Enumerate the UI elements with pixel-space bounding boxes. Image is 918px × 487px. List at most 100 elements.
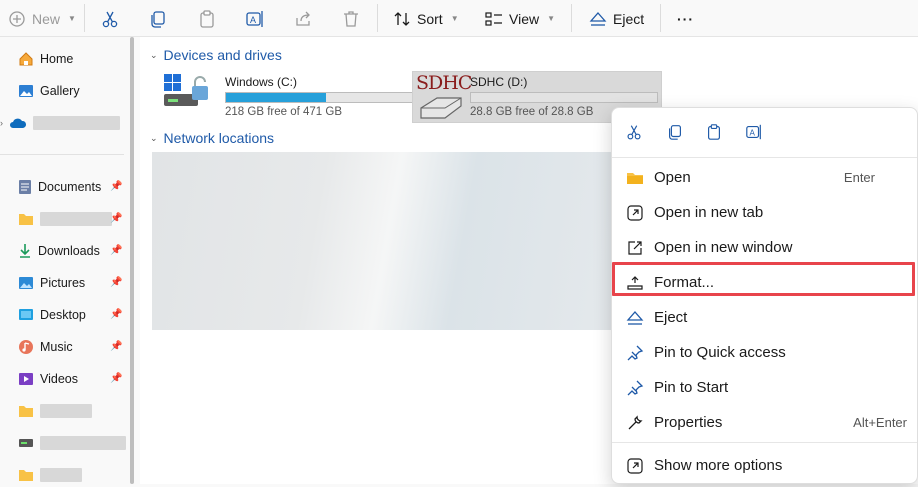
paste-button[interactable] [197, 0, 217, 37]
sidebar-item-pictures[interactable]: Pictures [18, 271, 85, 295]
toolbar-divider [84, 4, 85, 32]
toolbar-divider [377, 4, 378, 32]
sidebar-divider [0, 154, 124, 155]
wrench-icon [625, 413, 645, 433]
chevron-down-icon: ▼ [450, 14, 459, 23]
sidebar-item-gallery[interactable]: Gallery [18, 79, 80, 103]
sidebar-item-documents[interactable]: Documents [18, 175, 101, 199]
menu-item-open[interactable]: Open Enter [612, 160, 917, 195]
scissors-icon [627, 125, 641, 140]
redacted-label [40, 212, 112, 226]
sidebar-item-videos[interactable]: Videos [18, 367, 78, 391]
network-header-label: Network locations [163, 130, 275, 146]
drive-c-usage-fill [226, 93, 327, 102]
documents-icon [19, 180, 31, 194]
desktop-icon [19, 309, 33, 320]
view-button[interactable]: View ▼ [485, 0, 555, 37]
devices-group-header[interactable]: ⌄ Devices and drives [150, 47, 282, 63]
devices-header-label: Devices and drives [163, 47, 282, 63]
view-label: View [509, 10, 540, 27]
folder-icon [19, 214, 33, 225]
folder-icon [19, 470, 33, 481]
chevron-down-icon: ⌄ [150, 132, 158, 143]
rename-button[interactable]: A [245, 0, 265, 37]
menu-item-label: Properties [654, 414, 723, 431]
menu-item-show-more-options[interactable]: Show more options [612, 448, 917, 483]
copy-button[interactable] [148, 0, 168, 37]
redacted-label [40, 468, 82, 482]
toolbar-divider [660, 4, 661, 32]
folder-icon [19, 406, 33, 417]
sidebar-item-onedrive[interactable]: › [0, 111, 120, 135]
share-icon [296, 11, 310, 26]
pin-icon: 📌 [110, 245, 123, 256]
menu-item-shortcut: Enter [843, 170, 875, 185]
sidebar-item-desktop[interactable]: Desktop [18, 303, 86, 327]
paste-icon [200, 9, 214, 28]
redacted-label [40, 436, 126, 450]
download-icon [20, 244, 30, 258]
cut-button[interactable] [624, 122, 644, 142]
new-window-icon [625, 238, 645, 258]
sidebar-item-folder[interactable] [18, 399, 92, 423]
pin-icon [625, 378, 645, 398]
sidebar-item-label: Desktop [40, 308, 86, 322]
new-button[interactable]: New ▼ [8, 0, 76, 37]
paste-button[interactable] [704, 122, 724, 142]
svg-text:A: A [250, 15, 256, 25]
copy-button[interactable] [665, 122, 685, 142]
drive-d-free-text: 28.8 GB free of 28.8 GB [470, 106, 594, 118]
copy-icon [151, 10, 165, 28]
menu-item-shortcut: Alt+Enter [853, 415, 907, 430]
menu-divider [612, 442, 917, 443]
menu-item-open-new-tab[interactable]: Open in new tab [612, 195, 917, 230]
menu-item-label: Pin to Start [654, 379, 729, 396]
menu-item-pin-quick-access[interactable]: Pin to Quick access [612, 335, 917, 370]
more-icon: ··· [677, 10, 694, 27]
new-icon [9, 10, 25, 27]
drive-icon [19, 439, 33, 447]
drive-d-name: SDHC (D:) [470, 75, 528, 89]
delete-button[interactable] [341, 0, 361, 37]
music-icon [19, 340, 33, 354]
toolbar-divider [571, 4, 572, 32]
share-button[interactable] [293, 0, 313, 37]
sidebar-item-label: Documents [38, 180, 102, 194]
eject-button[interactable]: Eject [589, 0, 644, 37]
sidebar-item-label: Videos [40, 372, 78, 386]
sidebar-item-downloads[interactable]: Downloads [18, 239, 100, 263]
pin-icon [625, 343, 645, 363]
more-options-button[interactable]: ··· [677, 0, 694, 37]
sidebar-item-label: Music [40, 340, 73, 354]
menu-item-label: Pin to Quick access [654, 344, 786, 361]
sidebar-item-label: Home [40, 52, 74, 66]
cut-button[interactable] [100, 0, 120, 37]
network-group-header[interactable]: ⌄ Network locations [150, 130, 274, 146]
menu-item-properties[interactable]: Properties Alt+Enter [612, 405, 917, 440]
drive-c[interactable]: Windows (C:) 218 GB free of 471 GB [162, 72, 413, 124]
drive-c-free-text: 218 GB free of 471 GB [225, 106, 342, 118]
menu-item-label: Open in new window [654, 239, 793, 256]
menu-item-pin-start[interactable]: Pin to Start [612, 370, 917, 405]
rename-icon: A [746, 124, 761, 140]
menu-item-open-new-window[interactable]: Open in new window [612, 230, 917, 265]
redacted-label [40, 404, 92, 418]
chevron-down-icon: ▼ [68, 14, 76, 23]
pictures-icon [19, 277, 33, 289]
sidebar-item-music[interactable]: Music [18, 335, 73, 359]
sidebar-item-folder[interactable] [18, 207, 112, 231]
drive-d-usage-bar [470, 92, 658, 103]
menu-item-label: Open [654, 169, 691, 186]
drive-c-usage-bar [225, 92, 413, 103]
svg-text:A: A [750, 129, 756, 138]
sidebar-item-home[interactable]: Home [18, 47, 73, 71]
pin-icon: 📌 [110, 309, 123, 320]
sidebar-item-drive[interactable] [18, 431, 126, 455]
pin-icon: 📌 [110, 341, 123, 352]
sidebar-item-folder[interactable] [18, 463, 82, 487]
sort-button[interactable]: Sort ▼ [393, 0, 459, 37]
sidebar-scrollbar[interactable] [130, 37, 134, 484]
context-menu-quick-actions: A [612, 108, 917, 158]
rename-button[interactable]: A [744, 122, 764, 142]
menu-item-eject[interactable]: Eject [612, 300, 917, 335]
